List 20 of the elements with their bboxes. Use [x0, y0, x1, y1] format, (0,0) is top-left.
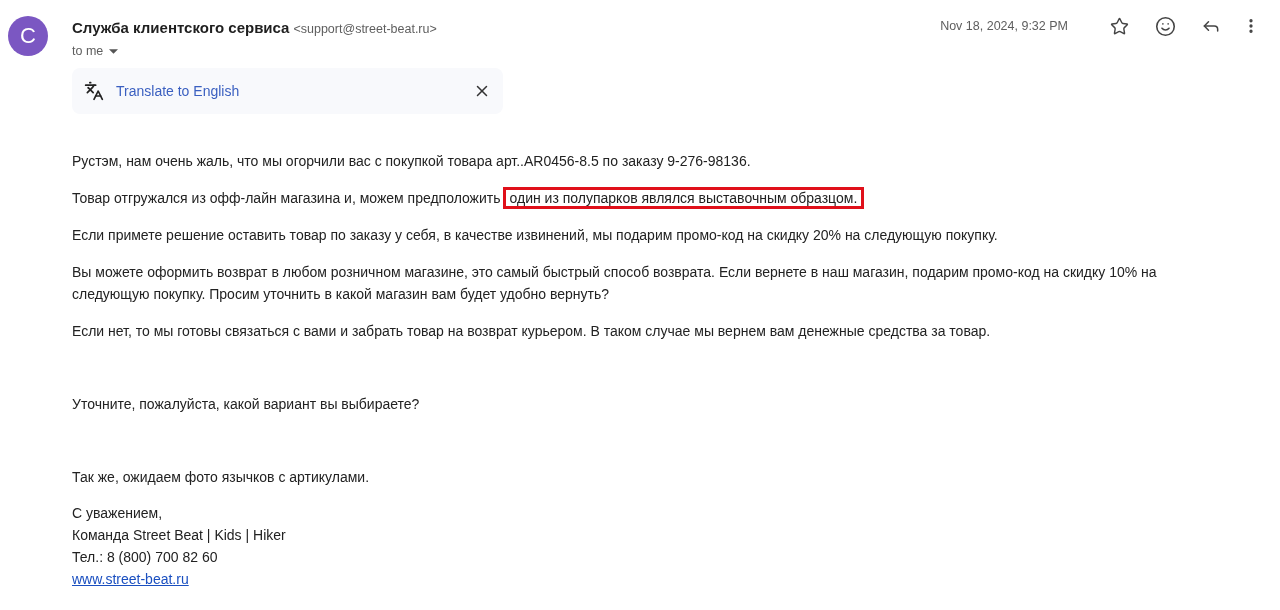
caret-icon	[109, 48, 119, 54]
paragraph: Уточните, пожалуйста, какой вариант вы выбираете?	[72, 395, 421, 414]
paragraph: Если нет, то мы готовы связаться с вами и забрать товар на возврат курьером. В таком случае мы вернем вам денежные средства за товар.	[72, 322, 992, 341]
paragraph: Рустэм, нам очень жаль, что мы огорчили вас с покупкой товара арт..AR0456-8.5 по заказу 9-276-98136.	[72, 152, 752, 171]
recipient-dropdown[interactable]: to me	[72, 44, 119, 58]
email-date: Nov 18, 2024, 9:32 PM	[940, 19, 1068, 33]
translate-link[interactable]: Translate to English	[116, 83, 461, 99]
paragraph: Вы можете оформить возврат в любом розничном магазине, это самый быстрый способ возврата. Если вернете в наш магазин, подарим промо-код на скидку 10% на следующую покупку. Просим уточнить в какой магазин вам будет удобно вернуть?	[72, 263, 1158, 304]
highlighted-text: один из полупарков являлся выставочным образцом.	[502, 187, 865, 209]
avatar: C	[8, 16, 48, 56]
sender-email: <support@street-beat.ru>	[293, 21, 437, 36]
translate-icon	[84, 81, 104, 101]
paragraph: Товар отгружался из офф-лайн магазина и, можем предположить	[72, 190, 501, 206]
website-link[interactable]: www.street-beat.ru	[72, 568, 189, 590]
sender-name: Служба клиентского сервиса	[72, 18, 290, 36]
paragraph: Так же, ожидаем фото язычков с артикулами.	[72, 468, 371, 487]
signature-line: Команда Street Beat | Kids | Hiker	[72, 526, 287, 545]
signature-line: Тел.: 8 (800) 700 82 60	[72, 548, 219, 567]
paragraph: Если примете решение оставить товар по заказу у себя, в качестве извинений, мы подарим промо-код на скидку 20% на следующую покупку.	[72, 226, 999, 245]
signature-line: С уважением,	[72, 504, 164, 523]
